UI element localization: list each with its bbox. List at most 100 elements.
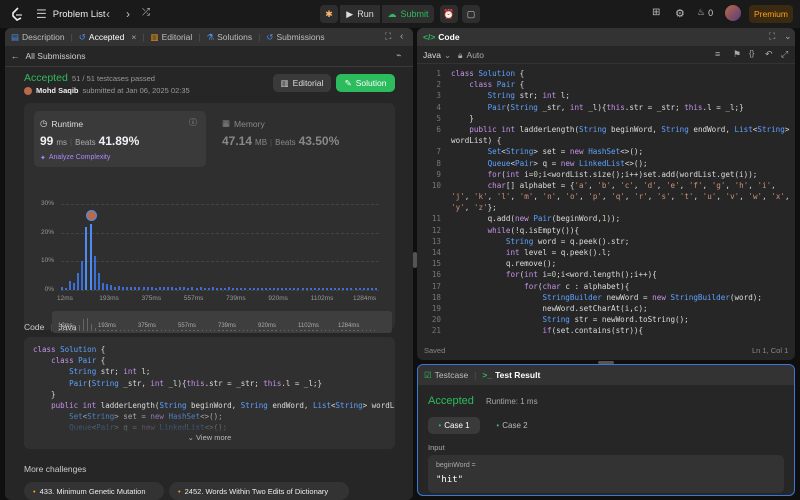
chart-bar[interactable] — [105, 284, 108, 290]
chart-bar[interactable] — [93, 255, 96, 290]
chart-bar[interactable] — [207, 287, 210, 290]
chart-bar[interactable] — [97, 272, 100, 290]
chart-bar[interactable] — [77, 272, 80, 290]
chart-bar[interactable] — [211, 287, 214, 290]
debug-button[interactable]: ✱ — [320, 5, 338, 23]
chart-bar[interactable] — [158, 287, 161, 290]
chart-bar[interactable] — [350, 287, 353, 290]
streak-counter[interactable]: ♨ 0 — [697, 7, 713, 18]
shuffle-icon[interactable]: ⤮ — [142, 7, 150, 18]
chart-bar[interactable] — [162, 287, 165, 290]
chart-bar[interactable] — [175, 287, 178, 290]
collapse-icon[interactable]: ‹ — [400, 31, 403, 42]
editorial-button[interactable]: ▥ Editorial — [273, 74, 331, 92]
next-problem-icon[interactable]: › — [126, 7, 130, 21]
settings-icon[interactable]: ⚙ — [675, 7, 685, 20]
chart-bar[interactable] — [65, 287, 68, 290]
tab-solutions[interactable]: ⚗ Solutions — [201, 28, 259, 46]
chart-bar[interactable] — [118, 286, 121, 290]
chart-bar[interactable] — [232, 287, 235, 290]
chart-bar[interactable] — [362, 287, 365, 290]
chart-bar[interactable] — [179, 287, 182, 290]
chart-bar[interactable] — [167, 287, 169, 290]
auto-mode[interactable]: 🔒︎ Auto — [458, 50, 484, 61]
chart-bar[interactable] — [334, 287, 337, 290]
format-icon[interactable]: ≡ — [715, 49, 720, 59]
chart-bar[interactable] — [256, 287, 259, 290]
info-icon[interactable]: ⓘ — [189, 117, 197, 128]
chart-bar[interactable] — [297, 287, 300, 290]
chart-bar[interactable] — [146, 286, 149, 290]
bookmark-icon[interactable]: ⚑ — [733, 49, 741, 60]
problem-list-button[interactable]: ☰ Problem List — [36, 6, 106, 22]
reset-icon[interactable]: ↶ — [765, 49, 773, 60]
code-editor[interactable]: 1 2 3 4 5 6 7 8 9 10 11 12 13 14 15 16 17 18 19 20 21 class … — [417, 68, 795, 338]
chart-bar[interactable] — [248, 287, 251, 290]
chart-bar[interactable] — [301, 287, 304, 290]
chart-bar[interactable] — [81, 261, 84, 290]
chart-bar[interactable] — [240, 287, 243, 290]
logo-icon[interactable] — [10, 7, 24, 21]
chart-bar[interactable] — [260, 287, 263, 290]
tab-accepted[interactable]: ↺ Accepted × — [73, 28, 143, 46]
tab-submissions[interactable]: ↺ Submissions — [260, 28, 330, 46]
chart-bar[interactable] — [281, 287, 284, 290]
chart-bar[interactable] — [130, 287, 133, 290]
chart-bar[interactable] — [183, 287, 186, 290]
runtime-card[interactable]: ◷ Runtime ⓘ 99 ms | Beats 41.89% ✦ Analy… — [34, 111, 206, 167]
chart-bar[interactable] — [101, 283, 104, 290]
share-icon[interactable]: ⌁ — [396, 50, 401, 61]
chart-bar[interactable] — [150, 287, 153, 290]
chart-bar[interactable] — [199, 287, 202, 290]
analyze-complexity-link[interactable]: ✦ Analyze Complexity — [40, 154, 110, 162]
chart-bar[interactable] — [358, 287, 361, 290]
challenge-chip[interactable]: • 433. Minimum Genetic Mutation — [24, 482, 164, 500]
chart-range-selector[interactable]: 12ms 193ms 375ms 557ms 739ms 920ms 1102ms 1284m… — [52, 311, 392, 333]
braces-icon[interactable]: {} — [749, 49, 754, 58]
chart-bar[interactable] — [277, 287, 280, 290]
chart-bar[interactable] — [69, 280, 72, 290]
chart-bar[interactable] — [187, 287, 190, 290]
chart-bar[interactable] — [346, 287, 349, 290]
chart-bar[interactable] — [342, 287, 345, 290]
solution-button[interactable]: ✎ Solution — [336, 74, 395, 92]
notes-button[interactable]: ▢ — [462, 5, 480, 23]
chart-bar[interactable] — [293, 287, 296, 290]
chart-bar[interactable] — [191, 287, 194, 290]
memory-card[interactable]: ▦ Memory 47.14 MB | Beats 43.50% — [216, 111, 386, 167]
submitted-code-block[interactable]: class Solution { class Pair { String str… — [24, 337, 395, 449]
avatar[interactable] — [725, 5, 741, 21]
chart-bar[interactable] — [244, 287, 247, 290]
chart-bar[interactable] — [289, 287, 292, 290]
all-submissions-link[interactable]: ← All Submissions — [11, 51, 86, 61]
submit-button[interactable]: ☁ Submit — [382, 5, 434, 23]
chart-bar[interactable] — [354, 287, 357, 290]
chart-bar[interactable] — [203, 287, 206, 290]
chart-bar[interactable] — [374, 287, 377, 290]
chart-bar[interactable] — [264, 287, 267, 290]
chart-bar[interactable] — [114, 286, 116, 290]
chart-bar[interactable] — [220, 287, 222, 290]
chart-bar[interactable] — [215, 287, 218, 290]
case-tab-1[interactable]: • Case 1 — [428, 417, 480, 434]
close-icon[interactable]: × — [131, 32, 136, 42]
username[interactable]: Mohd Saqib — [36, 86, 79, 95]
tab-code[interactable]: </> Code — [417, 28, 466, 46]
chart-bar[interactable] — [85, 226, 88, 290]
chart-bar[interactable] — [338, 287, 341, 290]
prev-problem-icon[interactable]: ‹ — [106, 7, 110, 21]
chart-bar[interactable] — [252, 287, 255, 290]
chart-bar[interactable] — [109, 285, 112, 290]
chart-bar[interactable] — [122, 286, 125, 290]
view-more-button[interactable]: ⌄ View more — [24, 433, 395, 442]
collapse-icon[interactable]: ⌄ — [784, 31, 792, 42]
tab-editorial[interactable]: ▥ Editorial — [145, 28, 199, 46]
chart-bar[interactable] — [273, 287, 275, 290]
chart-bar[interactable] — [228, 287, 231, 290]
chart-bar[interactable] — [126, 287, 129, 290]
chart-bar[interactable] — [171, 287, 174, 290]
chart-bar[interactable] — [142, 287, 145, 290]
chart-bar[interactable] — [195, 287, 198, 290]
fullscreen-icon[interactable]: ⤢ — [781, 49, 788, 60]
premium-button[interactable]: Premium — [749, 5, 793, 23]
